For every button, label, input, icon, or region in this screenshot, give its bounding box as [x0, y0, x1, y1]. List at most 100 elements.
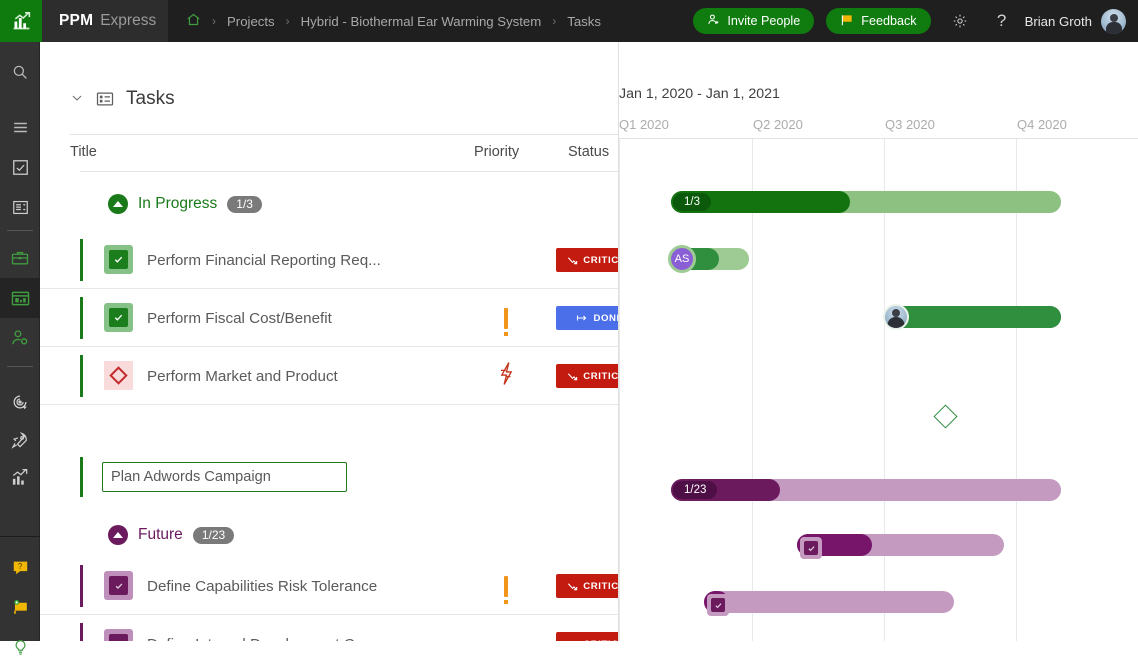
task-title[interactable]: Define Capabilities Risk Tolerance: [147, 557, 377, 615]
diamond-outer: [104, 361, 133, 390]
briefcase-icon[interactable]: [0, 238, 40, 278]
task-checkbox-icon[interactable]: [104, 629, 133, 641]
gantt-bar-define-capabilities-risk-tolerance[interactable]: [797, 534, 1004, 556]
feedback-flag-icon[interactable]: [0, 587, 40, 627]
invite-people-button[interactable]: Invite People: [693, 8, 814, 34]
triangle-up-icon[interactable]: [108, 194, 128, 214]
task-checkbox-icon[interactable]: [104, 303, 133, 332]
task-title[interactable]: Perform Market and Product: [147, 347, 338, 405]
list-details-icon[interactable]: [0, 187, 40, 227]
checkbox-outer: [104, 303, 133, 332]
gantt-bar-checkbox-icon[interactable]: [800, 537, 822, 559]
gantt-bar-perform-financial-reporting[interactable]: AS: [671, 248, 749, 270]
status-badge[interactable]: CRITICAL: [556, 364, 618, 388]
help-bubble-icon[interactable]: ?: [0, 547, 40, 587]
triangle-up-icon[interactable]: [108, 525, 128, 545]
search-icon[interactable]: [0, 52, 40, 92]
breadcrumb-item-project[interactable]: Hybrid - Biothermal Ear Warming System: [301, 14, 542, 29]
table-row[interactable]: Perform Market and Product CRITICAL: [40, 347, 618, 405]
gantt-bar-summary-future[interactable]: 1/23: [671, 479, 1061, 501]
chevron-down-icon[interactable]: [70, 91, 84, 108]
group-label: In Progress: [138, 195, 217, 213]
gantt-quarter-header: Q1 2020 Q2 2020 Q3 2020 Q4 2020: [619, 112, 1138, 139]
column-header-status[interactable]: Status: [568, 144, 609, 160]
status-badge[interactable]: CRITICAL: [556, 574, 618, 598]
row-accent-bar: [80, 297, 83, 339]
rocket-icon[interactable]: [0, 420, 40, 460]
feedback-button[interactable]: Feedback: [826, 8, 930, 34]
flag-icon: [840, 13, 854, 30]
task-status[interactable]: CRITICAL: [556, 557, 618, 615]
top-app-bar: PPM Express › Projects › Hybrid - Biothe…: [0, 0, 1138, 42]
task-title[interactable]: Define Internal Development Capa...: [147, 615, 393, 641]
resources-person-icon[interactable]: [0, 318, 40, 358]
gantt-milestone-diamond-icon[interactable]: [933, 404, 957, 428]
column-header-title[interactable]: Title: [70, 144, 97, 160]
target-add-icon[interactable]: [0, 382, 40, 422]
list-header: Tasks: [40, 88, 175, 110]
assignee-initials-avatar[interactable]: AS: [668, 245, 696, 273]
gantt-bar-define-internal-development-capa[interactable]: [704, 591, 954, 613]
table-row[interactable]: Define Capabilities Risk Tolerance CRITI…: [40, 557, 618, 615]
app-logo[interactable]: [0, 0, 42, 42]
grid-list-icon[interactable]: [95, 89, 115, 109]
question-mark-icon[interactable]: ?: [989, 8, 1015, 34]
arrow-right-icon: [576, 312, 588, 324]
task-priority[interactable]: [480, 347, 532, 405]
status-badge[interactable]: DONE: [556, 306, 618, 330]
quarter-label-q1: Q1 2020: [619, 117, 669, 132]
new-task-row[interactable]: [40, 447, 618, 505]
task-priority[interactable]: [480, 557, 532, 615]
idea-bulb-icon[interactable]: [0, 627, 40, 667]
gantt-bar-progress-fill: [885, 306, 1061, 328]
task-status[interactable]: CRITICAL: [556, 231, 618, 289]
task-status[interactable]: CRITICAL: [556, 347, 618, 405]
status-badge[interactable]: CRITICAL: [556, 632, 618, 641]
task-status[interactable]: DONE: [556, 289, 618, 347]
task-title[interactable]: Perform Financial Reporting Req...: [147, 231, 381, 289]
gear-icon[interactable]: [947, 8, 973, 34]
brand[interactable]: PPM Express: [42, 0, 168, 42]
breadcrumb: › Projects › Hybrid - Biothermal Ear War…: [168, 0, 693, 42]
table-row[interactable]: Define Internal Development Capa... CRIT…: [40, 615, 618, 641]
milestone-diamond-icon[interactable]: [104, 361, 133, 390]
task-priority[interactable]: [480, 289, 532, 347]
task-priority[interactable]: [480, 615, 532, 641]
exclamation-icon: [504, 308, 508, 329]
breadcrumb-sep-0: ›: [212, 14, 216, 28]
status-badge-label: CRITICAL: [583, 371, 618, 382]
quarter-label-q3: Q3 2020: [885, 117, 935, 132]
new-task-title-input[interactable]: [102, 462, 347, 492]
table-row[interactable]: Perform Financial Reporting Req... CRITI…: [40, 231, 618, 289]
gantt-bar-summary-in-progress[interactable]: 1/3: [671, 191, 1061, 213]
task-checkbox-icon[interactable]: [104, 245, 133, 274]
svg-text:?: ?: [17, 561, 22, 570]
hamburger-menu-icon[interactable]: [0, 107, 40, 147]
group-label: Future: [138, 526, 183, 544]
assignee-photo-avatar[interactable]: [883, 304, 909, 330]
avatar[interactable]: [1101, 9, 1126, 34]
page-title: Tasks: [126, 88, 175, 110]
task-status[interactable]: CRITICAL: [556, 615, 618, 641]
group-row-future[interactable]: Future 1/23: [40, 516, 618, 554]
analytics-chart-icon[interactable]: [0, 458, 40, 498]
task-title[interactable]: Perform Fiscal Cost/Benefit: [147, 289, 332, 347]
task-list-panel: Tasks Title Priority Status In Progress …: [40, 42, 618, 641]
status-badge[interactable]: CRITICAL: [556, 248, 618, 272]
task-checkbox-icon[interactable]: [104, 571, 133, 600]
home-icon[interactable]: [186, 12, 201, 30]
brand-primary: PPM: [59, 12, 93, 30]
table-row[interactable]: Perform Fiscal Cost/Benefit DONE: [40, 289, 618, 347]
task-priority[interactable]: [480, 231, 532, 289]
tasks-checkbox-icon[interactable]: [0, 147, 40, 187]
breadcrumb-item-tasks[interactable]: Tasks: [567, 14, 601, 29]
gantt-bar-checkbox-icon[interactable]: [707, 594, 729, 616]
breadcrumb-item-projects[interactable]: Projects: [227, 14, 275, 29]
column-header-priority[interactable]: Priority: [474, 144, 519, 160]
gantt-chart-panel[interactable]: Jan 1, 2020 - Jan 1, 2021 Q1 2020 Q2 202…: [618, 42, 1138, 641]
row-accent-bar: [80, 457, 83, 497]
gantt-bar-perform-fiscal-cost-benefit[interactable]: [885, 306, 1061, 328]
group-row-in-progress[interactable]: In Progress 1/3: [40, 185, 618, 223]
invite-people-label: Invite People: [727, 14, 800, 28]
projects-folder-icon[interactable]: [0, 278, 40, 318]
